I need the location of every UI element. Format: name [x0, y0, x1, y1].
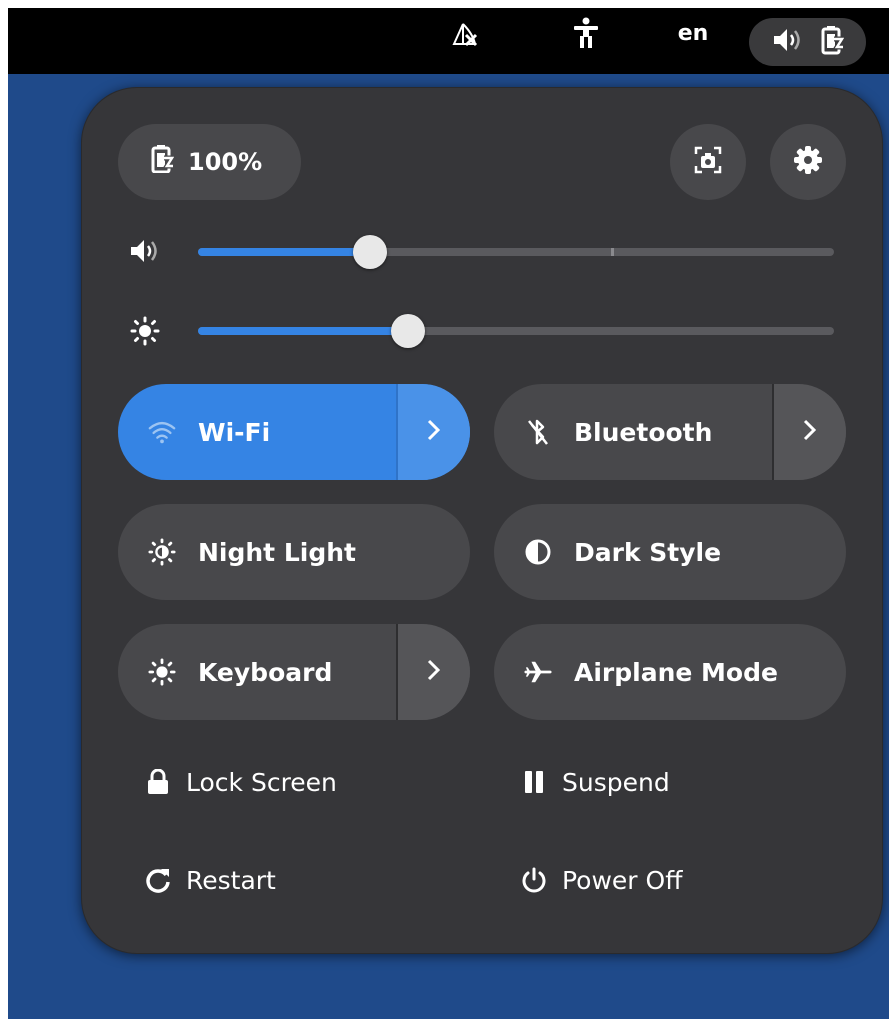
system-status-button[interactable]: [749, 18, 866, 66]
keyboard-toggle-main[interactable]: Keyboard: [118, 624, 396, 720]
airplane-icon: [524, 658, 552, 686]
keyboard-label: Keyboard: [198, 657, 333, 687]
restart-icon: [144, 866, 172, 894]
network-disconnected-icon[interactable]: [444, 0, 484, 66]
wifi-icon: [148, 418, 176, 446]
power-icon: [520, 866, 548, 894]
airplane-mode-label: Airplane Mode: [574, 657, 778, 687]
dark-style-label: Dark Style: [574, 537, 722, 567]
lock-screen-label: Lock Screen: [186, 767, 337, 797]
bluetooth-disabled-icon: [524, 418, 552, 446]
night-light-label: Night Light: [198, 537, 356, 567]
lock-icon: [144, 768, 172, 796]
battery-icon: [820, 25, 847, 59]
power-off-label: Power Off: [562, 865, 683, 895]
battery-charging-icon: [150, 145, 177, 179]
brightness-slider-handle[interactable]: [390, 314, 425, 348]
gear-icon: [792, 144, 824, 180]
language-indicator[interactable]: en: [668, 0, 718, 66]
battery-percentage: 100%: [188, 148, 263, 176]
battery-status-button[interactable]: 100%: [118, 124, 301, 200]
dark-style-icon: [524, 538, 552, 566]
brightness-slider[interactable]: [198, 314, 834, 348]
screenshot-button[interactable]: [670, 124, 746, 200]
suspend-icon: [520, 768, 548, 796]
night-light-toggle-main[interactable]: Night Light: [118, 504, 470, 600]
volume-slider-mark: [611, 248, 615, 256]
power-off-button[interactable]: Power Off: [520, 860, 682, 900]
accessibility-icon[interactable]: [566, 0, 606, 66]
settings-button[interactable]: [770, 124, 846, 200]
keyboard-brightness-icon: [148, 658, 176, 686]
volume-slider-fill: [198, 248, 370, 256]
night-light-icon: [148, 538, 176, 566]
bluetooth-toggle-main[interactable]: Bluetooth: [494, 384, 772, 480]
chevron-right-icon: [426, 658, 442, 686]
volume-slider[interactable]: [198, 235, 834, 269]
bluetooth-toggle[interactable]: Bluetooth: [494, 384, 846, 480]
restart-label: Restart: [186, 865, 276, 895]
lock-screen-button[interactable]: Lock Screen: [144, 762, 337, 802]
chevron-right-icon: [802, 418, 818, 446]
wifi-toggle-main[interactable]: Wi-Fi: [118, 384, 396, 480]
volume-slider-handle[interactable]: [352, 235, 387, 269]
screenshot-icon: [693, 145, 723, 179]
volume-icon[interactable]: [128, 234, 162, 268]
brightness-slider-fill: [198, 327, 408, 335]
airplane-mode-toggle[interactable]: Airplane Mode: [494, 624, 846, 720]
dark-style-toggle[interactable]: Dark Style: [494, 504, 846, 600]
airplane-mode-toggle-main[interactable]: Airplane Mode: [494, 624, 846, 720]
chevron-right-icon: [426, 418, 442, 446]
language-label: en: [677, 20, 709, 46]
volume-icon: [771, 26, 803, 58]
restart-button[interactable]: Restart: [144, 860, 276, 900]
keyboard-toggle[interactable]: Keyboard: [118, 624, 470, 720]
suspend-label: Suspend: [562, 767, 670, 797]
bluetooth-label: Bluetooth: [574, 417, 713, 447]
wifi-label: Wi-Fi: [198, 417, 271, 447]
suspend-button[interactable]: Suspend: [520, 762, 670, 802]
night-light-toggle[interactable]: Night Light: [118, 504, 470, 600]
dark-style-toggle-main[interactable]: Dark Style: [494, 504, 846, 600]
brightness-icon[interactable]: [128, 314, 162, 348]
wifi-toggle[interactable]: Wi-Fi: [118, 384, 470, 480]
